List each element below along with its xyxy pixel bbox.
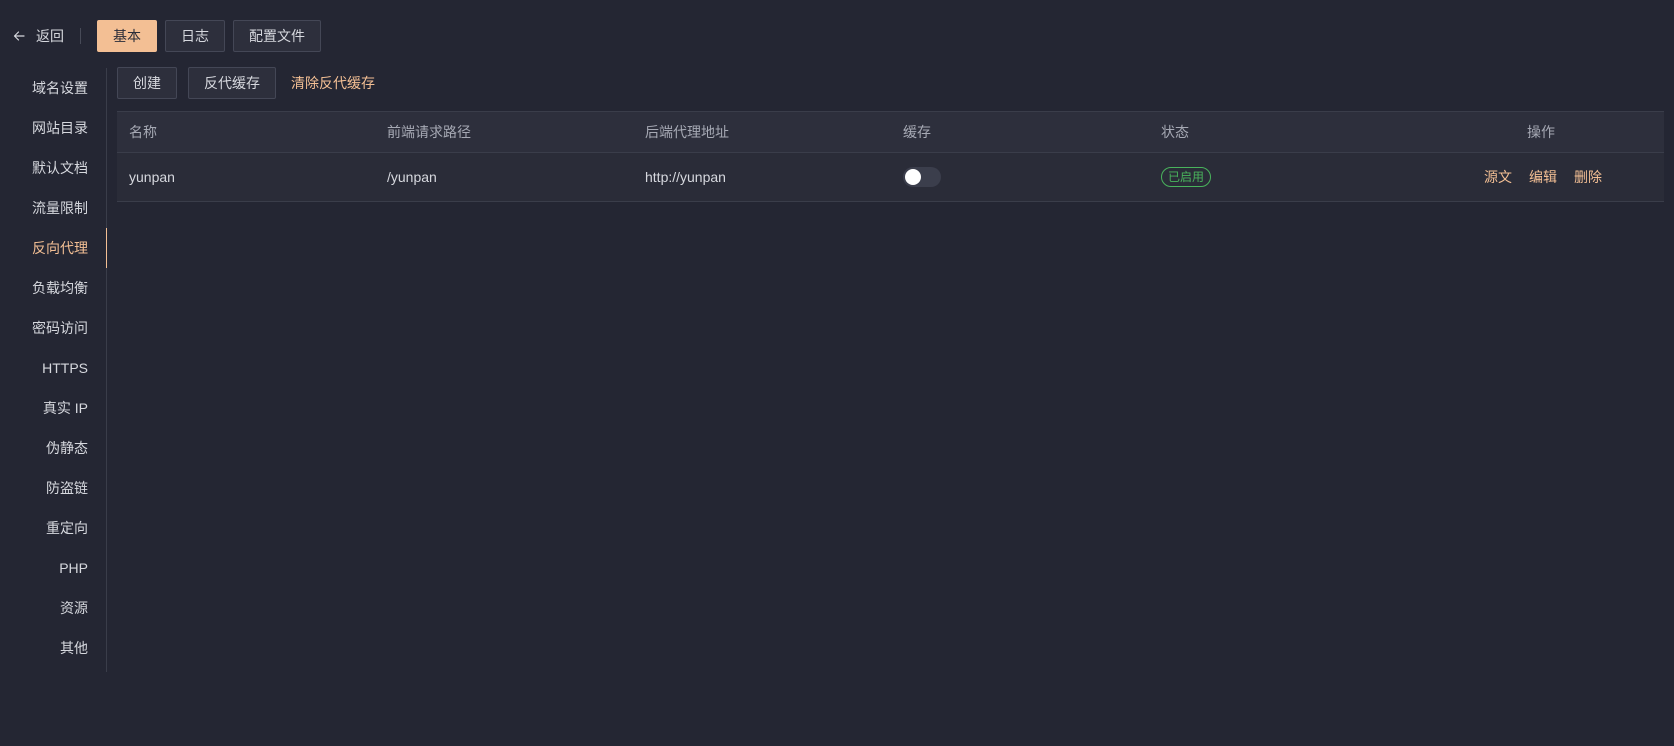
sidebar-item-password-access[interactable]: 密码访问 (0, 308, 106, 348)
cell-cache (891, 152, 1149, 202)
cell-status: 已启用 (1149, 152, 1423, 202)
sidebar-item-traffic-limit[interactable]: 流量限制 (0, 188, 106, 228)
sidebar-item-reverse-proxy[interactable]: 反向代理 (0, 228, 107, 268)
tab-basic[interactable]: 基本 (97, 20, 157, 52)
cache-toggle[interactable] (903, 167, 941, 187)
toggle-knob (905, 169, 921, 185)
sidebar-item-real-ip[interactable]: 真实 IP (0, 388, 106, 428)
sidebar-item-domain[interactable]: 域名设置 (0, 68, 106, 108)
sidebar-item-resources[interactable]: 资源 (0, 588, 106, 628)
cell-name: yunpan (117, 152, 375, 202)
header-ops: 操作 (1423, 111, 1664, 153)
sidebar-item-site-directory[interactable]: 网站目录 (0, 108, 106, 148)
sidebar: 域名设置 网站目录 默认文档 流量限制 反向代理 负载均衡 密码访问 HTTPS… (0, 68, 107, 672)
header-path: 前端请求路径 (375, 111, 633, 153)
proxy-cache-button[interactable]: 反代缓存 (188, 67, 276, 99)
action-bar: 创建 反代缓存 清除反代缓存 (117, 67, 1664, 99)
header-name: 名称 (117, 111, 375, 153)
sidebar-item-other[interactable]: 其他 (0, 628, 106, 668)
topbar-divider (80, 28, 81, 44)
top-bar: 返回 基本 日志 配置文件 (0, 19, 329, 53)
proxy-table: 名称 前端请求路径 后端代理地址 缓存 状态 操作 yunpan /yunpan… (117, 111, 1664, 202)
back-label: 返回 (36, 28, 64, 44)
status-badge: 已启用 (1161, 167, 1212, 187)
cell-ops: 源文 编辑 删除 (1423, 152, 1664, 202)
row-actions: 源文 编辑 删除 (1435, 167, 1652, 187)
delete-link[interactable]: 删除 (1574, 167, 1602, 187)
create-button[interactable]: 创建 (117, 67, 177, 99)
edit-link[interactable]: 编辑 (1529, 167, 1557, 187)
header-status: 状态 (1149, 111, 1423, 153)
tab-logs[interactable]: 日志 (165, 20, 225, 52)
sidebar-item-https[interactable]: HTTPS (0, 348, 106, 388)
header-cache: 缓存 (891, 111, 1149, 153)
source-link[interactable]: 源文 (1484, 167, 1512, 187)
sidebar-item-php[interactable]: PHP (0, 548, 106, 588)
back-button[interactable]: 返回 (12, 19, 64, 53)
sidebar-item-default-document[interactable]: 默认文档 (0, 148, 106, 188)
arrow-left-icon (13, 31, 25, 41)
table-row: yunpan /yunpan http://yunpan 已启用 源文 编辑 删… (117, 152, 1664, 202)
header-address: 后端代理地址 (633, 111, 891, 153)
clear-proxy-cache-link[interactable]: 清除反代缓存 (291, 73, 375, 93)
tab-config-file[interactable]: 配置文件 (233, 20, 321, 52)
cell-address: http://yunpan (633, 152, 891, 202)
sidebar-item-hotlink-protection[interactable]: 防盗链 (0, 468, 106, 508)
sidebar-item-load-balancing[interactable]: 负载均衡 (0, 268, 106, 308)
sidebar-item-rewrite[interactable]: 伪静态 (0, 428, 106, 468)
cell-path: /yunpan (375, 152, 633, 202)
sidebar-item-redirect[interactable]: 重定向 (0, 508, 106, 548)
table-header-row: 名称 前端请求路径 后端代理地址 缓存 状态 操作 (117, 111, 1664, 153)
main-content: 创建 反代缓存 清除反代缓存 名称 前端请求路径 后端代理地址 缓存 状态 操作… (117, 67, 1664, 202)
